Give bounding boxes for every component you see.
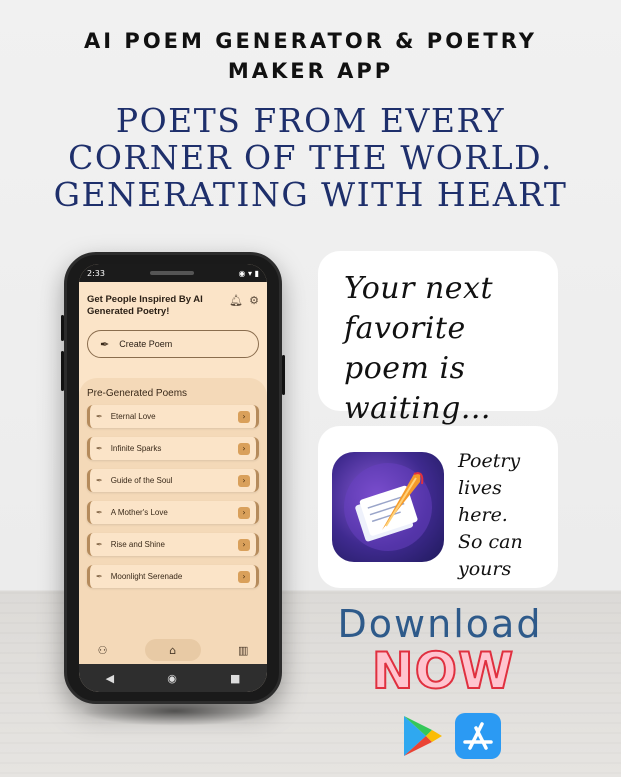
status-time: 2:33 [87, 268, 105, 278]
tagline-line-1: Your next [344, 271, 494, 306]
bottom-nav: ⚇ ⌂ ▥ [79, 636, 267, 664]
volume-button [61, 315, 64, 341]
section-title: Pre-Generated Poems [87, 388, 188, 399]
feather-icon: ✒ [96, 540, 103, 549]
feather-icon: ✒ [100, 338, 110, 351]
feather-icon: ✒ [96, 572, 103, 581]
download-heading: Download [337, 602, 543, 646]
create-poem-label: Create Poem [119, 339, 173, 349]
now-heading: NOW [371, 641, 515, 701]
arrow-right-icon[interactable]: › [238, 570, 250, 583]
list-item[interactable]: ✒ Rise and Shine › [87, 533, 259, 556]
arrow-right-icon[interactable]: › [238, 506, 250, 519]
arrow-right-icon[interactable]: › [238, 442, 250, 455]
title-line-1: AI POEM GENERATOR & POETRY [84, 29, 537, 53]
home-circle-icon[interactable]: ◉ [167, 672, 177, 685]
poetry-line-3: So can [458, 531, 523, 553]
poetry-line-1: Poetry [458, 450, 521, 472]
list-item-label: Eternal Love [110, 412, 156, 421]
list-item[interactable]: ✒ Guide of the Soul › [87, 469, 259, 492]
library-icon[interactable]: ▥ [238, 644, 248, 657]
poetry-line-4: yours [458, 558, 512, 580]
people-icon[interactable]: ⚇ [98, 644, 108, 657]
pre-generated-poems-panel: Pre-Generated Poems ✒ Eternal Love › ✒ Inf… [79, 378, 267, 638]
arrow-right-icon[interactable]: › [238, 410, 250, 423]
poetry-line-2: lives here. [458, 477, 508, 526]
feather-icon: ✒ [96, 476, 103, 485]
gear-icon[interactable]: ⚙ [249, 294, 259, 307]
headline-line-1: POETS FROM EVERY [115, 101, 506, 140]
feather-icon: ✒ [96, 444, 103, 453]
tagline-card: Your next favorite poem is waiting... [318, 251, 558, 426]
headline-line-2: CORNER OF THE WORLD. [68, 138, 553, 177]
app-store-icon[interactable] [454, 712, 502, 760]
app-header: Get People Inspired By AI Generated Poet… [79, 282, 267, 318]
signal-battery-icon: ◉ ▾ ▮ [238, 268, 259, 278]
recents-icon[interactable]: ■ [230, 672, 240, 685]
arrow-right-icon[interactable]: › [238, 474, 250, 487]
headline: POETS FROM EVERY CORNER OF THE WORLD. GE… [0, 102, 621, 213]
bell-icon[interactable]: 🔔︎ [229, 294, 243, 307]
list-item-label: Guide of the Soul [110, 476, 173, 485]
tagline-line-3: waiting... [344, 391, 491, 426]
app-header-text: Get People Inspired By AI Generated Poet… [87, 294, 203, 317]
volume-button-2 [61, 351, 64, 391]
app-logo-icon [332, 452, 444, 562]
phone-screen: 2:33 ◉ ▾ ▮ Get People Inspired By AI Gen… [79, 264, 267, 692]
list-item[interactable]: ✒ Infinite Sparks › [87, 437, 259, 460]
list-item-label: Moonlight Serenade [110, 572, 183, 581]
list-item-label: Infinite Sparks [110, 444, 162, 453]
create-poem-button[interactable]: ✒ Create Poem [87, 330, 259, 358]
status-bar: 2:33 ◉ ▾ ▮ [79, 264, 267, 282]
list-item-label: A Mother's Love [110, 508, 168, 517]
list-item[interactable]: ✒ A Mother's Love › [87, 501, 259, 524]
list-item[interactable]: ✒ Moonlight Serenade › [87, 565, 259, 588]
title-line-2: MAKER APP [227, 59, 394, 83]
power-button [282, 355, 285, 395]
camera-notch [149, 271, 194, 275]
feather-icon: ✒ [96, 412, 103, 421]
google-play-icon[interactable] [398, 712, 446, 760]
system-nav-bar: ◀ ◉ ■ [79, 664, 267, 692]
headline-line-3: GENERATING WITH HEART [53, 175, 568, 214]
feather-icon: ✒ [96, 508, 103, 517]
arrow-right-icon[interactable]: › [238, 538, 250, 551]
list-item[interactable]: ✒ Eternal Love › [87, 405, 259, 428]
list-item-label: Rise and Shine [110, 540, 165, 549]
app-icon-card: Poetry lives here. So can yours [318, 426, 558, 588]
home-icon[interactable]: ⌂ [144, 639, 201, 661]
back-icon[interactable]: ◀ [106, 672, 114, 685]
phone-mockup: 2:33 ◉ ▾ ▮ Get People Inspired By AI Gen… [61, 252, 285, 704]
page-title: AI POEM GENERATOR & POETRY MAKER APP [0, 26, 621, 86]
tagline-line-2: favorite poem is [344, 311, 466, 386]
